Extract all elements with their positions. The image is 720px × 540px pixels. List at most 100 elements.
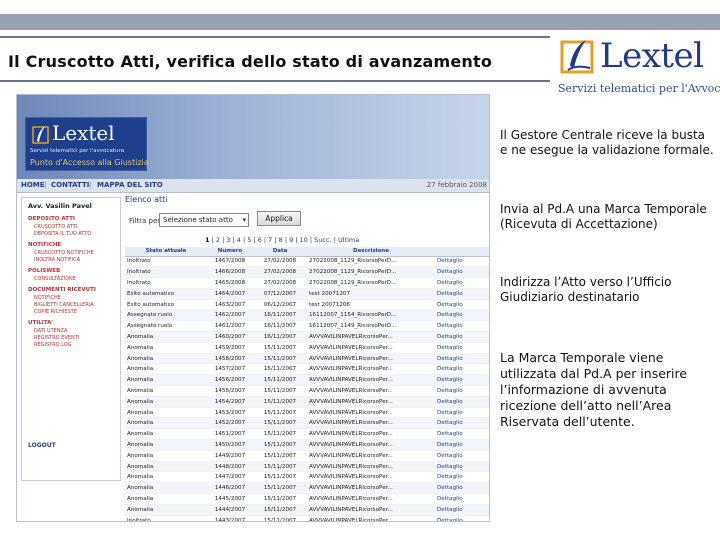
table-row[interactable]: Anomalia 1458/2007 15/11/2007 AVVVAVILINPAV… [125,353,489,365]
dettaglio-link[interactable]: Dettaglio [435,482,489,495]
dettaglio-link[interactable]: Dettaglio [435,450,489,462]
table-row[interactable]: Anomalia 1455/2007 15/11/2007 AVVVAVILINPAV… [125,385,489,397]
cell-descrizione: AVVVAVILINPAVELRicorsoPer... [307,407,435,419]
cell-data: 15/11/2007 [253,407,307,419]
sidebar-item-dati-utenza[interactable]: DATI UTENZA [34,328,67,334]
dettaglio-link[interactable]: Dettaglio [435,439,489,451]
dettaglio-link[interactable]: Dettaglio [435,374,489,387]
dettaglio-link[interactable]: Dettaglio [435,407,489,419]
pager-pages[interactable]: | 2 | 3 | 4 | 5 | 6 | 7 | 8 | 9 | 10 | [212,236,312,244]
dettaglio-link[interactable]: Dettaglio [435,493,489,505]
dettaglio-link[interactable]: Dettaglio [435,417,489,430]
cell-numero: 1455/2007 [207,385,253,397]
table-row[interactable]: Anomalia 1454/2007 15/11/2007 AVVVAVILINPAV… [125,396,489,408]
table-row[interactable]: Anomalia 1452/2007 15/11/2007 AVVVAVILINPAV… [125,417,489,430]
dettaglio-link[interactable]: Dettaglio [435,299,489,311]
apply-button[interactable]: Applica [257,211,301,226]
dettaglio-link[interactable]: Dettaglio [435,256,489,268]
table-row[interactable]: Anomalia 1451/2007 15/11/2007 AVVVAVILINPAV… [125,428,489,441]
table-row[interactable]: Esito automatico 1463/2007 06/12/2007 test … [125,299,489,311]
dettaglio-link[interactable]: Dettaglio [435,428,489,441]
dettaglio-link[interactable]: Dettaglio [435,309,489,322]
table-row[interactable]: Anomalia 1456/2007 15/11/2007 AVVVAVILINPAV… [125,374,489,387]
top-nav: HOME | CONTATTI | MAPPA DEL SITO 27 febb… [17,179,489,193]
dettaglio-link[interactable]: Dettaglio [435,504,489,516]
table-row[interactable]: Anomalia 1446/2007 15/11/2007 AVVVAVILINPAV… [125,482,489,495]
sidebar-item-registro-log[interactable]: REGISTRO LOG [34,342,72,348]
dettaglio-link[interactable]: Dettaglio [435,266,489,279]
table-row[interactable]: Anomalia 1453/2007 15/11/2007 AVVVAVILINPAV… [125,407,489,419]
table-row[interactable]: Anomalia 1459/2007 15/11/2007 AVVVAVILINPAV… [125,342,489,354]
column-header[interactable]: Numero [207,247,253,257]
paragraph-marca: Invia al Pd.A una Marca Temporale (Ricev… [500,202,707,231]
cell-numero: 1452/2007 [207,417,253,430]
cell-data: 15/11/2007 [253,428,307,441]
cell-data: 16/11/2007 [253,309,307,322]
dettaglio-link[interactable]: Dettaglio [435,471,489,484]
dettaglio-link[interactable]: Dettaglio [435,396,489,408]
portal-header: Lextel Servizi telematici per l'avvocatu… [17,95,489,179]
nav-home[interactable]: HOME [21,181,45,189]
status-filter-select[interactable]: Selezione stato atto ▾ [159,213,249,227]
pager-next[interactable]: Succ. [314,236,331,244]
nav-mappa[interactable]: MAPPA DEL SITO [97,181,163,189]
table-row[interactable]: Anomalia 1448/2007 15/11/2007 AVVVAVILINPAV… [125,461,489,473]
table-row[interactable]: Assegnato ruolo 1462/2007 16/11/2007 161120… [125,309,489,322]
sidebar-item-cruscotto-atti[interactable]: CRUSCOTTO ATTI [34,224,77,230]
cell-stato: Inoltrato [125,266,207,279]
portal-logo[interactable]: Lextel Servizi telematici per l'avvocatu… [25,117,149,171]
table-row[interactable]: Anomalia 1450/2007 15/11/2007 AVVVAVILINPAV… [125,439,489,451]
table-row[interactable]: Anomalia 1445/2007 15/11/2007 AVVVAVILINPAV… [125,493,489,505]
table-row[interactable]: Anomalia 1457/2007 15/11/2007 AVVVAVILINPAV… [125,363,489,376]
sidebar-item-inoltra-notifica[interactable]: INOLTRA NOTIFICA [34,257,80,263]
sidebar-item-copie[interactable]: COPIE RICHIESTE [34,309,77,315]
nav-separator: | [89,181,92,189]
table-row[interactable]: Assegnato ruolo 1461/2007 16/11/2007 161120… [125,320,489,333]
cell-stato: Anomalia [125,439,207,451]
portal-screenshot: Lextel Servizi telematici per l'avvocatu… [16,94,490,522]
column-header[interactable]: Data [253,247,307,257]
sidebar-item-registro-eventi[interactable]: REGISTRO EVENTI [34,335,79,341]
dettaglio-link[interactable]: Dettaglio [435,342,489,354]
sidebar-section-documenti[interactable]: DOCUMENTI RICEVUTI [28,287,96,293]
sidebar-section-deposito[interactable]: DEPOSITO ATTI [28,216,75,222]
cell-data: 15/11/2007 [253,342,307,354]
dettaglio-link[interactable]: Dettaglio [435,277,489,289]
column-header[interactable]: Descrizione [307,247,435,257]
table-row[interactable]: Inoltrato 1465/2008 27/02/2008 27022008_112… [125,277,489,289]
logout-link[interactable]: LOGOUT [28,442,56,449]
nav-contatti[interactable]: CONTATTI [51,181,89,189]
dettaglio-link[interactable]: Dettaglio [435,363,489,376]
dettaglio-link[interactable]: Dettaglio [435,461,489,473]
table-row[interactable]: Inoltrato 1443/2007 15/11/2007 AVVVAVILINPA… [125,515,489,521]
dettaglio-link[interactable]: Dettaglio [435,320,489,333]
column-header[interactable]: Stato attuale [125,247,207,257]
column-header [435,247,489,257]
cell-stato: Anomalia [125,407,207,419]
sidebar-item-deposita-atto[interactable]: DEPOSITA IL TUO ATTO [34,231,91,237]
table-row[interactable]: Inoltrato 1467/2008 27/02/2008 27022008_112… [125,256,489,268]
dettaglio-link[interactable]: Dettaglio [435,515,489,521]
dettaglio-link[interactable]: Dettaglio [435,288,489,300]
sidebar-item-cruscotto-notifiche[interactable]: CRUSCOTTO NOTIFICHE [34,250,94,256]
cell-data: 16/11/2007 [253,320,307,333]
sidebar-item-biglietti[interactable]: BIGLIETTI CANCELLERIA [34,302,94,308]
sidebar-section-polisweb[interactable]: POLISWEB [28,268,60,274]
dettaglio-link[interactable]: Dettaglio [435,331,489,343]
table-row[interactable]: Anomalia 1444/2007 15/11/2007 AVVVAVILINPAV… [125,504,489,516]
table-row[interactable]: Anomalia 1449/2007 15/11/2007 AVVVAVILINPAV… [125,450,489,462]
sidebar-item-notifiche[interactable]: NOTIFICHE [34,295,61,301]
dettaglio-link[interactable]: Dettaglio [435,353,489,365]
cell-numero: 1467/2008 [207,256,253,268]
table-row[interactable]: Anomalia 1460/2007 16/11/2007 AVVVAVILINPAV… [125,331,489,343]
table-row[interactable]: Esito automatico 1464/2007 07/12/2007 test … [125,288,489,300]
dettaglio-link[interactable]: Dettaglio [435,385,489,397]
pager-last[interactable]: Ultima [338,236,359,244]
sidebar-section-utilita[interactable]: UTILITA' [28,320,53,326]
cell-stato: Anomalia [125,471,207,484]
table-row[interactable]: Inoltrato 1466/2008 27/02/2008 27022008_112… [125,266,489,279]
cell-stato: Anomalia [125,353,207,365]
table-row[interactable]: Anomalia 1447/2007 15/11/2007 AVVVAVILINPAV… [125,471,489,484]
sidebar-item-consultazione[interactable]: CONSULTAZIONE [34,276,76,282]
sidebar-section-notifiche[interactable]: NOTIFICHE [28,242,61,248]
